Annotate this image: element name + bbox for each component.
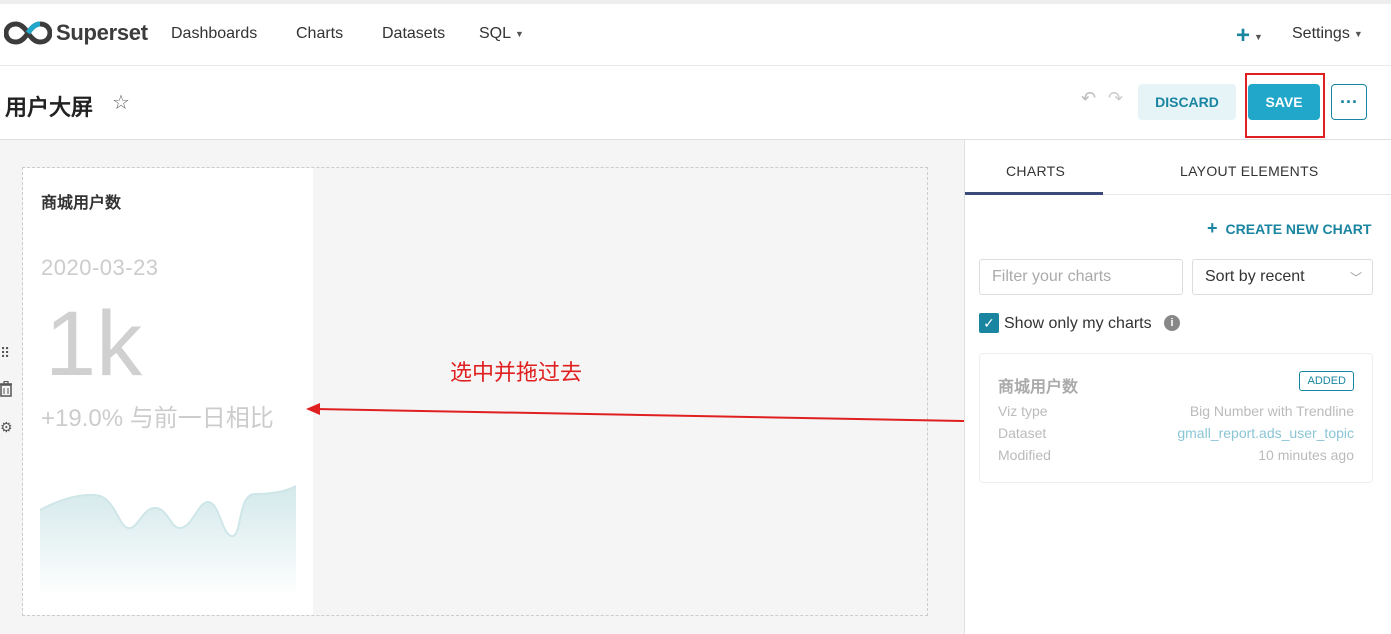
create-new-chart-label: CREATE NEW CHART [1225,221,1372,237]
chart-list-item[interactable]: 商城用户数 ADDED Viz type Big Number with Tre… [979,353,1373,483]
big-number-subheader: +19.0% 与前一日相比 [41,405,274,432]
dataset-link[interactable]: gmall_report.ads_user_topic [1177,425,1354,441]
chart-card-date: 2020-03-23 [41,255,159,280]
chart-item-row: Dataset gmall_report.ads_user_topic [998,425,1354,441]
nav-sql-label: SQL [479,25,512,42]
plus-icon: + [1236,22,1251,49]
create-new-chart-link[interactable]: + CREATE NEW CHART [1207,218,1371,239]
caret-down-icon: ▼ [1254,31,1263,42]
settings-label: Settings [1292,25,1350,42]
save-highlight-box [1245,73,1325,138]
chart-card[interactable]: 商城用户数 2020-03-23 1k +19.0% 与前一日相比 [23,168,313,615]
chart-card-title: 商城用户数 [41,195,122,212]
nav-datasets[interactable]: Datasets [382,25,445,43]
nav-sql[interactable]: SQL ▼ [479,25,524,43]
chart-item-row: Viz type Big Number with Trendline [998,403,1354,419]
viz-type-value: Big Number with Trendline [1189,403,1354,419]
annotation-arrow [306,403,1019,423]
redo-icon[interactable]: ↷ [1108,88,1123,109]
trendline-area [40,486,296,592]
added-badge: ADDED [1299,371,1354,391]
superset-logo-icon [4,21,52,45]
dashboard-title[interactable]: 用户大屏 [5,90,93,122]
builder-panel: CHARTS LAYOUT ELEMENTS + CREATE NEW CHART… [964,140,1391,634]
superset-logo[interactable]: Superset [4,20,148,46]
modified-value: 10 minutes ago [1258,447,1354,463]
drag-handle-icon[interactable]: ⠿ [0,345,10,362]
sort-select[interactable]: Sort by recent ﹀ [1192,259,1373,295]
brand-name: Superset [56,20,148,45]
dashboard-header: 用户大屏 ☆ ↶ ↷ DISCARD SAVE ··· [0,66,1391,140]
caret-down-icon: ▼ [1353,28,1363,39]
nav-dashboards[interactable]: Dashboards [171,25,257,43]
settings-menu[interactable]: Settings ▼ [1292,25,1363,43]
big-number: 1k [45,293,143,395]
chart-item-title: 商城用户数 [998,379,1079,396]
undo-icon[interactable]: ↶ [1081,88,1096,109]
tab-charts[interactable]: CHARTS [1006,163,1065,179]
trash-icon[interactable] [0,380,12,400]
show-only-mine-label[interactable]: Show only my charts [1004,315,1152,333]
new-menu[interactable]: + ▼ [1236,22,1263,50]
filter-charts-input[interactable] [979,259,1183,295]
tab-layout-elements[interactable]: LAYOUT ELEMENTS [1180,163,1319,179]
modified-label: Modified [998,447,1051,463]
plus-icon: + [1207,218,1218,238]
discard-button[interactable]: DISCARD [1138,84,1236,120]
info-icon[interactable]: i [1164,315,1180,331]
nav-charts[interactable]: Charts [296,25,343,43]
chart-item-row: Modified 10 minutes ago [998,447,1354,463]
chevron-down-icon: ﹀ [1349,271,1362,285]
caret-down-icon: ▼ [515,28,524,39]
sort-select-value: Sort by recent [1205,268,1305,285]
dataset-label: Dataset [998,425,1047,441]
annotation-text: 选中并拖过去 [450,360,583,385]
trendline-chart [40,485,296,592]
show-only-mine-checkbox[interactable]: ✓ [979,313,999,333]
top-nav: Superset Dashboards Charts Datasets SQL ▼… [0,0,1391,66]
viz-type-label: Viz type [998,403,1048,419]
gear-icon[interactable]: ⚙ [0,419,13,436]
active-tab-indicator [965,192,1103,195]
star-icon[interactable]: ☆ [112,90,130,115]
more-options-button[interactable]: ··· [1331,84,1367,120]
